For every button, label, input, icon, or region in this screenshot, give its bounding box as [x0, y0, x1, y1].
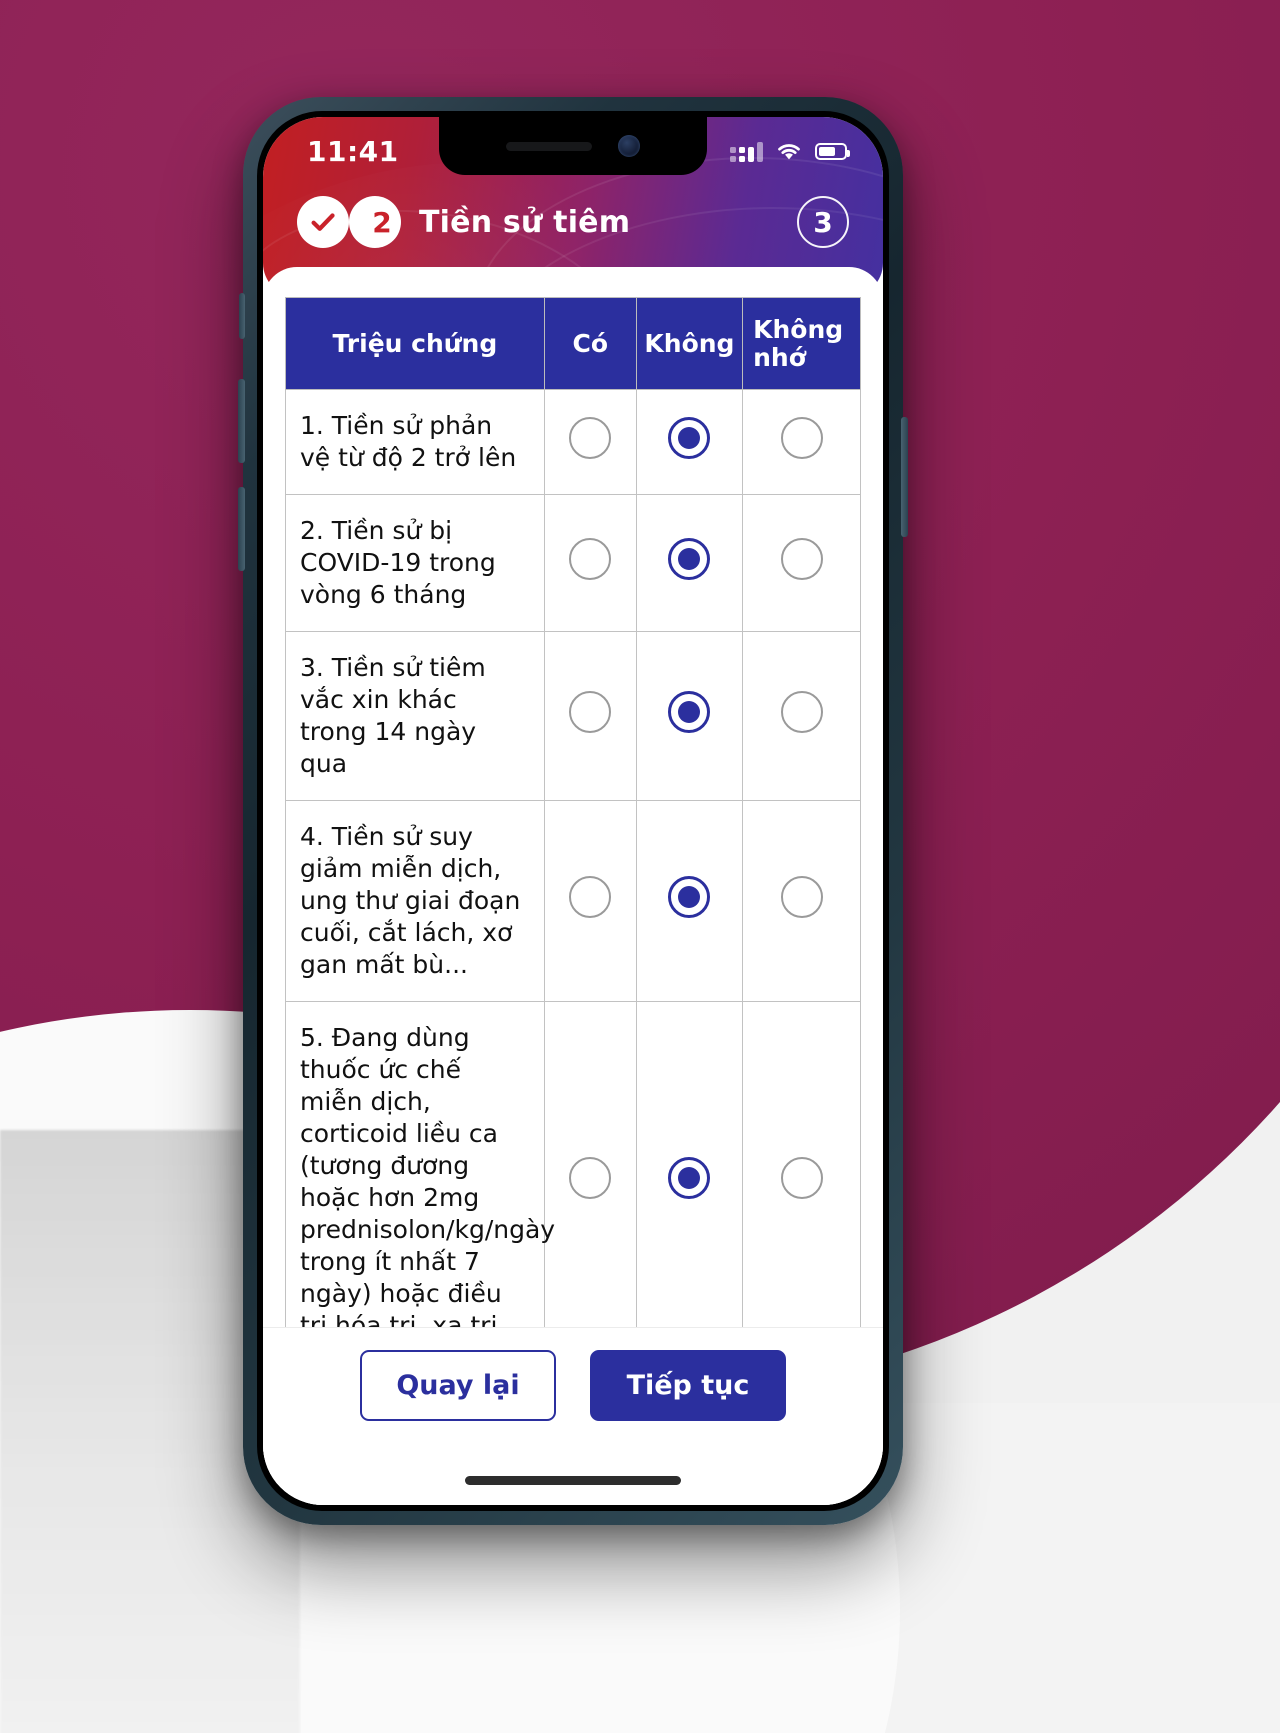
radio-cell-no[interactable]: [635, 631, 744, 801]
battery-icon: [815, 142, 850, 160]
radio-cell-yes[interactable]: [543, 1001, 637, 1327]
radio-unknown[interactable]: [780, 1157, 823, 1199]
radio-no[interactable]: [668, 691, 711, 733]
radio-cell-yes[interactable]: [543, 631, 637, 801]
radio-cell-unknown[interactable]: [742, 389, 861, 495]
column-header-yes: Có: [543, 297, 637, 390]
form-scroll-area[interactable]: Triệu chứng Có Không Không nhớ 1. Tiền s…: [263, 267, 883, 1327]
back-button[interactable]: Quay lại: [360, 1350, 556, 1421]
radio-yes[interactable]: [569, 417, 612, 459]
radio-cell-no[interactable]: [635, 800, 744, 1002]
radio-unknown[interactable]: [780, 691, 823, 733]
symptom-label: 1. Tiền sử phản vệ từ độ 2 trở lên: [285, 389, 545, 495]
column-header-symptom: Triệu chứng: [285, 297, 545, 390]
battery-level: [819, 146, 836, 156]
radio-cell-yes[interactable]: [543, 494, 637, 632]
phone-notch: [439, 117, 707, 175]
table-row: 2. Tiền sử bị COVID-19 trong vòng 6 thán…: [285, 494, 861, 632]
continue-button[interactable]: Tiếp tục: [590, 1350, 786, 1421]
earpiece-speaker: [506, 141, 592, 151]
radio-cell-no[interactable]: [635, 494, 744, 632]
table-row: 3. Tiền sử tiêm vắc xin khác trong 14 ng…: [285, 631, 861, 801]
radio-no[interactable]: [668, 538, 711, 580]
radio-yes[interactable]: [569, 691, 612, 733]
status-indicators: [730, 140, 850, 162]
radio-yes[interactable]: [569, 876, 612, 918]
phone-bezel: 11:41 2 Tiền sử tiêm 3 Triệu chứng Có Kh…: [257, 111, 889, 1511]
radio-yes[interactable]: [569, 538, 612, 580]
radio-no[interactable]: [668, 417, 711, 459]
radio-cell-yes[interactable]: [543, 389, 637, 495]
column-header-no: Không: [635, 297, 744, 390]
column-header-unknown: Không nhớ: [742, 297, 861, 390]
table-row: 5. Đang dùng thuốc ức chế miễn dịch, cor…: [285, 1001, 861, 1327]
phone-mute-switch[interactable]: [239, 293, 245, 339]
symptom-label: 4. Tiền sử suy giảm miễn dịch, ung thư g…: [285, 800, 545, 1002]
radio-cell-unknown[interactable]: [742, 1001, 861, 1327]
radio-no[interactable]: [668, 876, 711, 918]
radio-cell-no[interactable]: [635, 1001, 744, 1327]
phone-volume-up-button[interactable]: [238, 379, 245, 463]
header-bar: 2 Tiền sử tiêm 3: [263, 179, 883, 259]
symptom-label: 3. Tiền sử tiêm vắc xin khác trong 14 ng…: [285, 631, 545, 801]
symptom-label: 5. Đang dùng thuốc ức chế miễn dịch, cor…: [285, 1001, 555, 1327]
step-current-badge[interactable]: 2: [349, 196, 401, 248]
symptom-label: 2. Tiền sử bị COVID-19 trong vòng 6 thán…: [285, 494, 545, 632]
radio-unknown[interactable]: [780, 417, 823, 459]
check-circle-icon[interactable]: [297, 196, 349, 248]
phone-screen: 11:41 2 Tiền sử tiêm 3 Triệu chứng Có Kh…: [263, 117, 883, 1505]
signal-bars-icon: [730, 140, 763, 162]
table-header-row: Triệu chứng Có Không Không nhớ: [285, 297, 861, 390]
table-body: 1. Tiền sử phản vệ từ độ 2 trở lên 2. Tiề…: [285, 389, 861, 1327]
step-next-badge[interactable]: 3: [797, 196, 849, 248]
radio-cell-no[interactable]: [635, 389, 744, 495]
radio-unknown[interactable]: [780, 538, 823, 580]
radio-no[interactable]: [668, 1157, 711, 1199]
page-title: Tiền sử tiêm: [419, 204, 631, 240]
radio-cell-unknown[interactable]: [742, 800, 861, 1002]
table-row: 4. Tiền sử suy giảm miễn dịch, ung thư g…: [285, 800, 861, 1002]
status-time: 11:41: [307, 134, 399, 168]
front-camera-icon: [618, 135, 640, 157]
radio-unknown[interactable]: [780, 876, 823, 918]
phone-device: 11:41 2 Tiền sử tiêm 3 Triệu chứng Có Kh…: [238, 97, 908, 1525]
content-sheet: Triệu chứng Có Không Không nhớ 1. Tiền s…: [263, 267, 883, 1505]
phone-volume-down-button[interactable]: [238, 487, 245, 571]
radio-cell-unknown[interactable]: [742, 631, 861, 801]
table-header: Triệu chứng Có Không Không nhớ: [285, 297, 861, 390]
radio-cell-yes[interactable]: [543, 800, 637, 1002]
phone-power-button[interactable]: [901, 417, 908, 537]
step-current-number: 2: [372, 205, 392, 239]
radio-cell-unknown[interactable]: [742, 494, 861, 632]
table-row: 1. Tiền sử phản vệ từ độ 2 trở lên: [285, 389, 861, 495]
home-indicator[interactable]: [465, 1476, 681, 1485]
radio-yes[interactable]: [569, 1157, 612, 1199]
symptom-table: Triệu chứng Có Không Không nhớ 1. Tiền s…: [285, 297, 861, 1327]
wifi-icon: [775, 140, 803, 162]
